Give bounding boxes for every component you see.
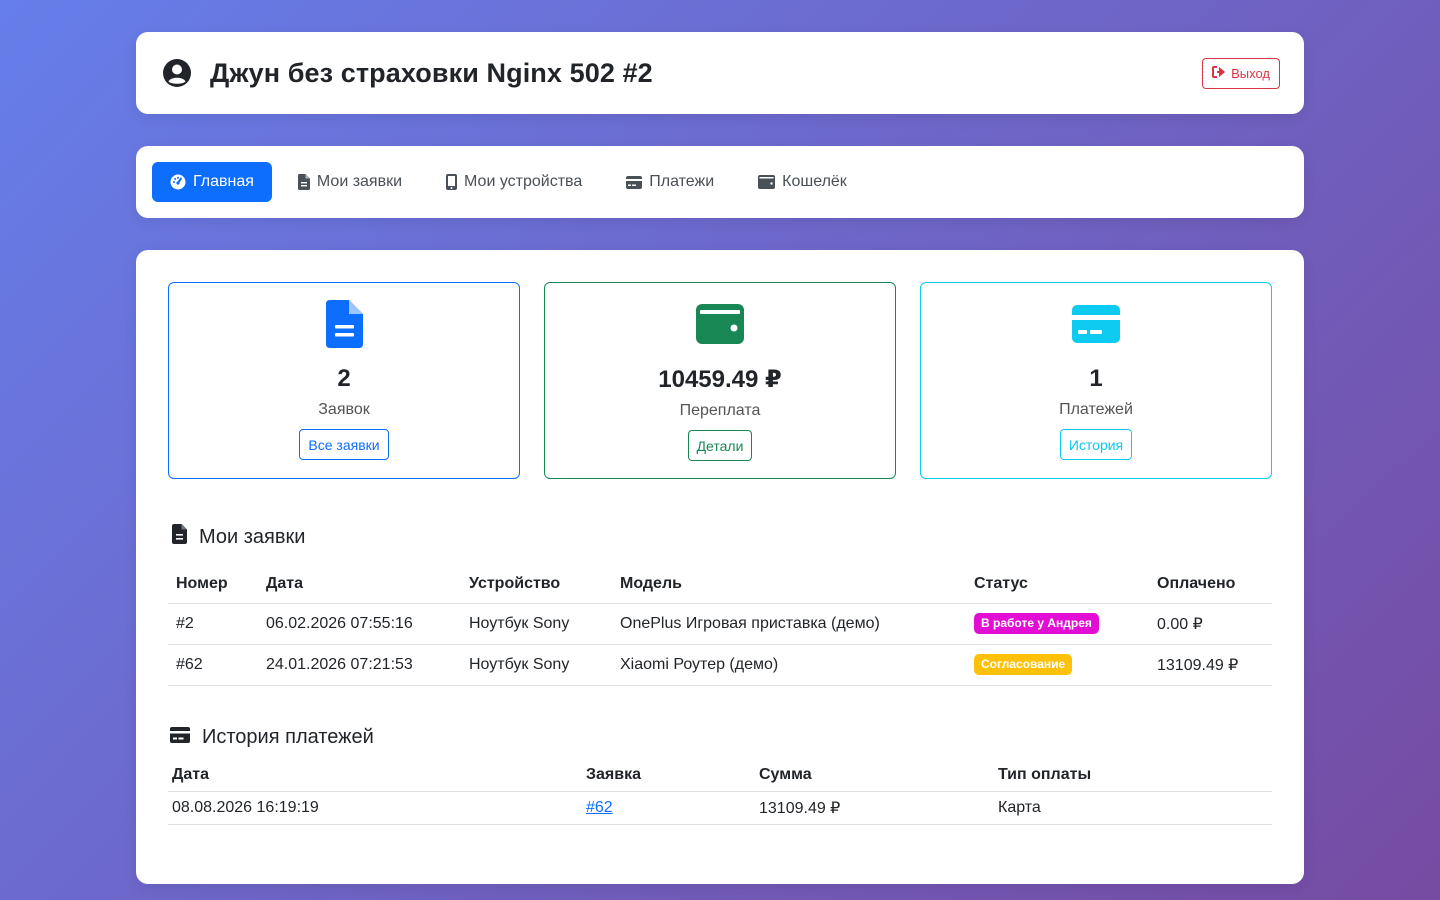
- order-number: #2: [168, 603, 258, 645]
- column-header: Тип оплаты: [994, 759, 1272, 792]
- stat-value: 1: [1089, 365, 1103, 392]
- order-device: Ноутбук Sony: [461, 603, 612, 645]
- payment-type: Карта: [994, 791, 1272, 825]
- wallet-icon: [758, 175, 776, 189]
- stat-card-payments: 1 Платежей История: [920, 282, 1272, 479]
- nav-item-devices[interactable]: Мои устройства: [428, 162, 600, 202]
- column-header: Модель: [612, 565, 966, 604]
- column-header: Дата: [258, 565, 461, 604]
- stat-label: Заявок: [318, 401, 370, 418]
- stat-card-orders: 2 Заявок Все заявки: [168, 282, 520, 479]
- order-number: #62: [168, 644, 258, 686]
- dashboard-content: 2 Заявок Все заявки 10459.49 ₽ Переплата…: [136, 250, 1304, 884]
- table-header-row: Номер Дата Устройство Модель Статус Опла…: [168, 565, 1272, 604]
- order-device: Ноутбук Sony: [461, 644, 612, 686]
- nav-label: Платежи: [649, 173, 715, 190]
- status-badge: В работе у Андрея: [974, 613, 1099, 634]
- nav-label: Главная: [193, 173, 254, 190]
- wallet-icon: [696, 299, 744, 349]
- mobile-icon: [446, 174, 458, 190]
- payment-date: 08.08.2026 16:19:19: [168, 791, 582, 825]
- credit-card-icon: [1072, 299, 1120, 349]
- order-paid: 13109.49 ₽: [1149, 644, 1272, 686]
- file-icon: [297, 174, 310, 190]
- section-title: История платежей: [202, 726, 374, 748]
- column-header: Номер: [168, 565, 258, 604]
- nav-item-orders[interactable]: Мои заявки: [280, 162, 420, 202]
- nav-item-payments[interactable]: Платежи: [608, 162, 732, 202]
- column-header: Оплачено: [1149, 565, 1272, 604]
- payment-order-link[interactable]: #62: [586, 799, 613, 816]
- payments-table: Дата Заявка Сумма Тип оплаты 08.08.2026 …: [168, 759, 1272, 825]
- orders-section: Мои заявки Номер Дата Устройство Модель …: [168, 515, 1272, 686]
- payment-order-cell: #62: [582, 791, 755, 825]
- nav-item-home[interactable]: Главная: [152, 162, 272, 202]
- order-status-cell: В работе у Андрея: [966, 603, 1149, 645]
- column-header: Устройство: [461, 565, 612, 604]
- gauge-icon: [170, 174, 186, 190]
- logout-button[interactable]: Выход: [1202, 57, 1280, 89]
- payments-section: История платежей Дата Заявка Сумма Тип о…: [168, 716, 1272, 825]
- column-header: Заявка: [582, 759, 755, 792]
- orders-table: Номер Дата Устройство Модель Статус Опла…: [168, 565, 1272, 686]
- column-header: Статус: [966, 565, 1149, 604]
- table-row: 08.08.2026 16:19:19 #62 13109.49 ₽ Карта: [168, 791, 1272, 825]
- stat-label: Платежей: [1059, 401, 1133, 418]
- stat-label: Переплата: [679, 402, 761, 419]
- details-button[interactable]: Детали: [687, 430, 753, 461]
- table-row[interactable]: #2 06.02.2026 07:55:16 Ноутбук Sony OneP…: [168, 603, 1272, 645]
- user-circle-icon: [162, 58, 192, 88]
- order-paid: 0.00 ₽: [1149, 603, 1272, 645]
- table-header-row: Дата Заявка Сумма Тип оплаты: [168, 759, 1272, 792]
- stats-row: 2 Заявок Все заявки 10459.49 ₽ Переплата…: [168, 282, 1272, 479]
- stat-value: 2: [337, 365, 351, 392]
- nav-label: Мои заявки: [316, 173, 403, 190]
- all-orders-button[interactable]: Все заявки: [299, 429, 389, 460]
- nav-label: Мои устройства: [464, 173, 583, 190]
- order-model: Xiaomi Роутер (демо): [612, 644, 966, 686]
- payments-heading: История платежей: [168, 716, 1272, 760]
- stat-value: 10459.49 ₽: [658, 366, 782, 393]
- stat-card-overpayment: 10459.49 ₽ Переплата Детали: [544, 282, 896, 479]
- column-header: Сумма: [755, 759, 994, 792]
- page-title: Джун без страховки Nginx 502 #2: [210, 57, 653, 88]
- credit-card-icon: [170, 726, 190, 749]
- status-badge: Согласование: [974, 654, 1073, 675]
- nav-item-wallet[interactable]: Кошелёк: [740, 162, 865, 202]
- order-date: 24.01.2026 07:21:53: [258, 644, 461, 686]
- nav-label: Кошелёк: [782, 173, 847, 190]
- order-status-cell: Согласование: [966, 644, 1149, 686]
- orders-heading: Мои заявки: [168, 515, 1272, 559]
- credit-card-icon: [626, 175, 643, 189]
- logout-label: Выход: [1231, 65, 1270, 81]
- sign-out-icon: [1212, 65, 1226, 81]
- column-header: Дата: [168, 759, 582, 792]
- main-nav: Главная Мои заявки Мои устройства Платеж…: [136, 146, 1304, 218]
- order-date: 06.02.2026 07:55:16: [258, 603, 461, 645]
- section-title: Мои заявки: [199, 525, 306, 548]
- payment-amount: 13109.49 ₽: [755, 791, 994, 825]
- header-card: Джун без страховки Nginx 502 #2 Выход: [136, 32, 1304, 114]
- history-button[interactable]: История: [1059, 429, 1133, 460]
- table-row[interactable]: #62 24.01.2026 07:21:53 Ноутбук Sony Xia…: [168, 644, 1272, 686]
- order-model: OnePlus Игровая приставка (демо): [612, 603, 966, 645]
- file-icon: [325, 299, 363, 349]
- file-icon: [172, 524, 187, 550]
